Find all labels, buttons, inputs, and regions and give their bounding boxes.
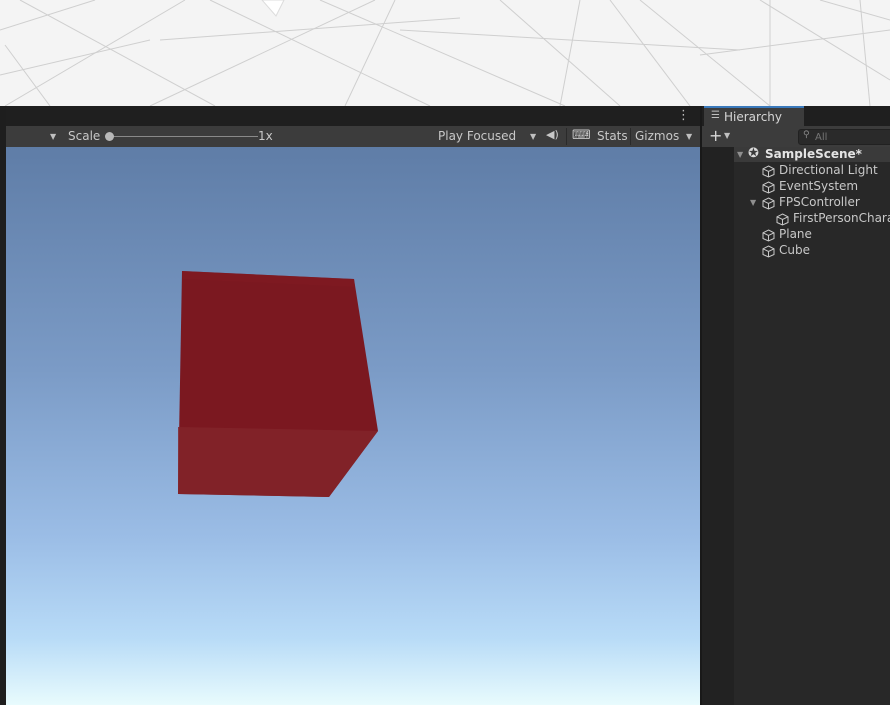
search-icon: ⚲ — [803, 130, 810, 140]
game-view-toolbar: ▼ Scale 1x Play Focused ▼ ◀) ⌨ Stats Giz… — [6, 126, 700, 148]
scale-slider-track[interactable] — [108, 136, 258, 137]
stats-button[interactable]: Stats — [597, 129, 628, 143]
hierarchy-search[interactable]: ⚲ — [798, 129, 890, 145]
scene-row[interactable]: ▼ ✪ SampleScene* — [734, 146, 890, 162]
audio-mute-icon[interactable]: ◀) — [546, 128, 559, 141]
scene-name: SampleScene* — [765, 147, 862, 161]
expand-arrow-icon[interactable]: ▼ — [737, 150, 743, 159]
list-item-label: Cube — [779, 243, 810, 257]
scene-view-grid[interactable] — [0, 0, 890, 106]
toolbar-divider — [630, 128, 631, 145]
cube-outline-icon — [762, 229, 775, 242]
toolbar-divider — [566, 128, 567, 145]
cube-outline-icon — [762, 165, 775, 178]
add-object-button[interactable]: + — [709, 126, 722, 145]
cube-outline-icon — [762, 181, 775, 194]
play-mode-chevron-icon[interactable]: ▼ — [530, 132, 536, 141]
scale-slider-handle[interactable] — [105, 132, 114, 141]
hierarchy-tab-label: Hierarchy — [724, 110, 783, 124]
game-view-tabbar: ⋮ — [6, 106, 700, 126]
game-render — [178, 271, 378, 497]
unity-scene-icon: ✪ — [748, 146, 759, 161]
expand-arrow-icon[interactable]: ▼ — [750, 198, 756, 207]
list-item-label: Directional Light — [779, 163, 878, 177]
list-item-label: FirstPersonCharac — [793, 211, 890, 225]
scale-value: 1x — [258, 129, 273, 143]
keyboard-shortcuts-icon[interactable]: ⌨ — [572, 128, 591, 143]
add-dropdown-icon[interactable]: ▼ — [724, 131, 730, 140]
cube-outline-icon — [762, 197, 775, 210]
hierarchy-toolbar: + ▼ ⚲ — [700, 126, 890, 147]
scale-label: Scale — [68, 129, 101, 143]
hierarchy-gutter — [702, 147, 734, 705]
display-dropdown-icon[interactable]: ▼ — [50, 132, 56, 141]
more-options-icon[interactable]: ⋮ — [677, 108, 690, 123]
hierarchy-tabbar: ☰ Hierarchy — [700, 106, 890, 126]
list-item-label: FPSController — [779, 195, 860, 209]
gizmos-button[interactable]: Gizmos — [635, 129, 679, 143]
hierarchy-list-icon: ☰ — [711, 110, 720, 121]
list-item-label: Plane — [779, 227, 812, 241]
game-view-viewport[interactable] — [6, 147, 700, 705]
cube-outline-icon — [776, 213, 789, 226]
search-input[interactable] — [815, 130, 890, 144]
play-mode-dropdown[interactable]: Play Focused — [438, 129, 516, 143]
scene-grid-lines — [0, 0, 890, 106]
cube-outline-icon — [762, 245, 775, 258]
gizmos-chevron-icon[interactable]: ▼ — [686, 132, 692, 141]
cube-lower-face — [178, 427, 378, 497]
list-item-label: EventSystem — [779, 179, 859, 193]
tab-hierarchy[interactable]: ☰ Hierarchy — [704, 106, 804, 126]
hierarchy-tree: ▼ ✪ SampleScene* Directional Light Event… — [700, 146, 890, 705]
